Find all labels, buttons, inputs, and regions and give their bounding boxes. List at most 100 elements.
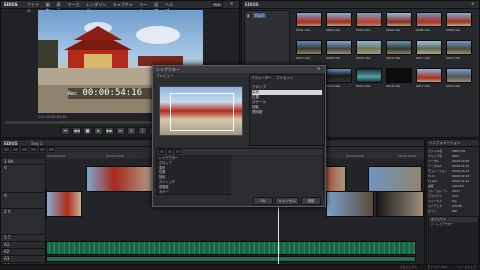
- bin-clip-thumb[interactable]: [416, 40, 442, 55]
- bin-clip-thumb[interactable]: [446, 40, 472, 55]
- menu-help[interactable]: ヘルプ: [165, 2, 177, 13]
- cancel-button[interactable]: キャンセル: [275, 197, 299, 205]
- bin-clip-thumb[interactable]: [356, 40, 382, 55]
- prev-keyframe-icon[interactable]: [167, 149, 173, 154]
- audio-clip[interactable]: [46, 256, 416, 262]
- snap-icon[interactable]: [48, 147, 55, 152]
- menu-capture[interactable]: キャプチャー: [113, 2, 137, 13]
- param-item[interactable]: 透明度: [252, 110, 322, 115]
- keyframe-timeline[interactable]: [231, 156, 323, 195]
- track-header[interactable]: A1: [1, 242, 46, 249]
- apply-button[interactable]: 適用: [301, 197, 321, 205]
- bin-clip-thumb[interactable]: [296, 40, 322, 55]
- bin-clip-thumb[interactable]: [386, 68, 412, 83]
- bin-clip-thumb[interactable]: [446, 12, 472, 27]
- bin-clip-name: 0009.mts: [356, 56, 371, 60]
- close-icon[interactable]: ✕: [471, 1, 474, 6]
- effect-item[interactable]: ☑ レイアウター: [429, 222, 478, 227]
- track-header[interactable]: V: [1, 165, 46, 193]
- bin-clip-thumb[interactable]: [356, 68, 382, 83]
- info-panel: インフォメーション ファイル名 0003.mts クリップ名 0003 ソースIn 0…: [426, 139, 480, 270]
- app-logo: EDIUS: [4, 2, 18, 7]
- timeline-title: EDIUS: [4, 141, 18, 146]
- menu-bar: ファイル 編集 表示 マーカー レンダリング キャプチャー ツール 設定 ヘルプ: [27, 2, 177, 13]
- step-back-icon[interactable]: ◀◀: [72, 127, 81, 135]
- folder-root[interactable]: Root: [253, 13, 267, 18]
- tab-parameters[interactable]: パラメーター: [251, 76, 272, 82]
- next-keyframe-icon[interactable]: [175, 149, 181, 154]
- bin-clip-name: 0015.mts: [356, 84, 371, 88]
- bin-clip-thumb[interactable]: [326, 40, 352, 55]
- bin-clip-thumb[interactable]: [386, 12, 412, 27]
- bin-clip-name: 0010.mts: [386, 56, 401, 60]
- menu-tools[interactable]: ツール: [139, 2, 151, 13]
- track-header[interactable]: 2 V: [1, 209, 46, 235]
- menu-edit[interactable]: 編集: [46, 2, 54, 13]
- menu-marker[interactable]: マーカー: [68, 2, 84, 13]
- track-header[interactable]: 1 T: [1, 235, 46, 242]
- video-clip[interactable]: [326, 191, 374, 217]
- new-sequence-icon[interactable]: [3, 147, 10, 152]
- audio-clip[interactable]: [46, 241, 416, 255]
- step-forward-icon[interactable]: ▶▶: [105, 127, 114, 135]
- save-icon[interactable]: [12, 147, 19, 152]
- in-point-icon[interactable]: [: [138, 127, 147, 135]
- timecode-value: 00:00:54:16: [82, 88, 143, 98]
- bin-clip-thumb[interactable]: [326, 68, 352, 83]
- bin-titlebar: EDIUS ✕: [242, 1, 479, 9]
- video-clip[interactable]: [376, 191, 424, 217]
- folder-icon: ▮: [247, 13, 250, 18]
- bin-clip-thumb[interactable]: [296, 12, 322, 27]
- undo-icon[interactable]: [21, 147, 28, 152]
- menu-view[interactable]: 表示: [57, 2, 65, 13]
- video-clip[interactable]: [86, 166, 156, 192]
- player-mode-button[interactable]: PLR: [211, 2, 223, 8]
- add-keyframe-icon[interactable]: [159, 149, 165, 154]
- video-clip[interactable]: [46, 191, 82, 217]
- menu-settings[interactable]: 設定: [154, 2, 162, 13]
- track-header[interactable]: A3: [1, 256, 46, 263]
- go-end-icon[interactable]: ⏭: [116, 127, 125, 135]
- bin-clip-thumb[interactable]: [416, 68, 442, 83]
- sequence-tab[interactable]: Seq 1: [31, 141, 42, 146]
- tab-preview[interactable]: プレビュー: [156, 74, 174, 80]
- bin-clip-thumb[interactable]: [416, 12, 442, 27]
- status-project: プロジェクト: [399, 265, 418, 269]
- track-header[interactable]: A: [1, 193, 46, 209]
- layouter-titlebar: レイアウター ✕: [153, 66, 325, 73]
- keyframe-row[interactable]: カラー: [159, 190, 229, 195]
- params-panel: パラメーター プリセット クロップ 変形 位置 スケール 回転 透明度: [249, 74, 325, 146]
- ok-button[interactable]: OK: [253, 197, 273, 205]
- redo-icon[interactable]: [30, 147, 37, 152]
- loop-icon[interactable]: ↻: [127, 127, 136, 135]
- keyframe-panel: レイアウター クロップ 変形 位置 回転 ストレッチ 透明度 カラー: [156, 148, 324, 195]
- checkbox-icon[interactable]: ☑: [431, 222, 434, 227]
- close-icon[interactable]: ✕: [317, 66, 320, 71]
- video-clip[interactable]: [368, 166, 422, 192]
- bin-clip-name: 0001.mts: [296, 28, 311, 32]
- bin-clip-thumb[interactable]: [356, 12, 382, 27]
- go-start-icon[interactable]: ⏮: [61, 127, 70, 135]
- bin-clip-name: 0007.mts: [296, 56, 311, 60]
- layout-frame-handle[interactable]: [170, 93, 234, 131]
- keyframe-rows: レイアウター クロップ 変形 位置 回転 ストレッチ 透明度 カラー: [159, 156, 229, 196]
- stop-icon[interactable]: ■: [83, 127, 92, 135]
- bin-clip-name: 0014.mts: [326, 84, 341, 88]
- bin-clip-thumb[interactable]: [386, 40, 412, 55]
- param-list: クロップ 変形 位置 スケール 回転 透明度: [252, 85, 322, 145]
- track-header[interactable]: A2: [1, 249, 46, 256]
- layouter-title: レイアウター: [156, 67, 180, 72]
- timecode-prefix: Rec: [68, 91, 78, 97]
- tab-presets[interactable]: プリセット: [276, 76, 294, 82]
- bin-clip-name: 0018.mts: [446, 84, 461, 88]
- bin-clip-thumb[interactable]: [446, 68, 472, 83]
- bin-clip-thumb[interactable]: [326, 12, 352, 27]
- close-icon[interactable]: ✕: [230, 1, 233, 6]
- menu-file[interactable]: ファイル: [27, 2, 43, 13]
- cut-icon[interactable]: [39, 147, 46, 152]
- track-headers: 1 VA V A 2 V 1 T A1 A2 A3 A4: [1, 159, 46, 270]
- menu-render[interactable]: レンダリング: [86, 2, 110, 13]
- play-icon[interactable]: ▶: [94, 127, 103, 135]
- info-titlebar: インフォメーション: [427, 140, 479, 147]
- bin-clip-name: 0003.mts: [356, 28, 371, 32]
